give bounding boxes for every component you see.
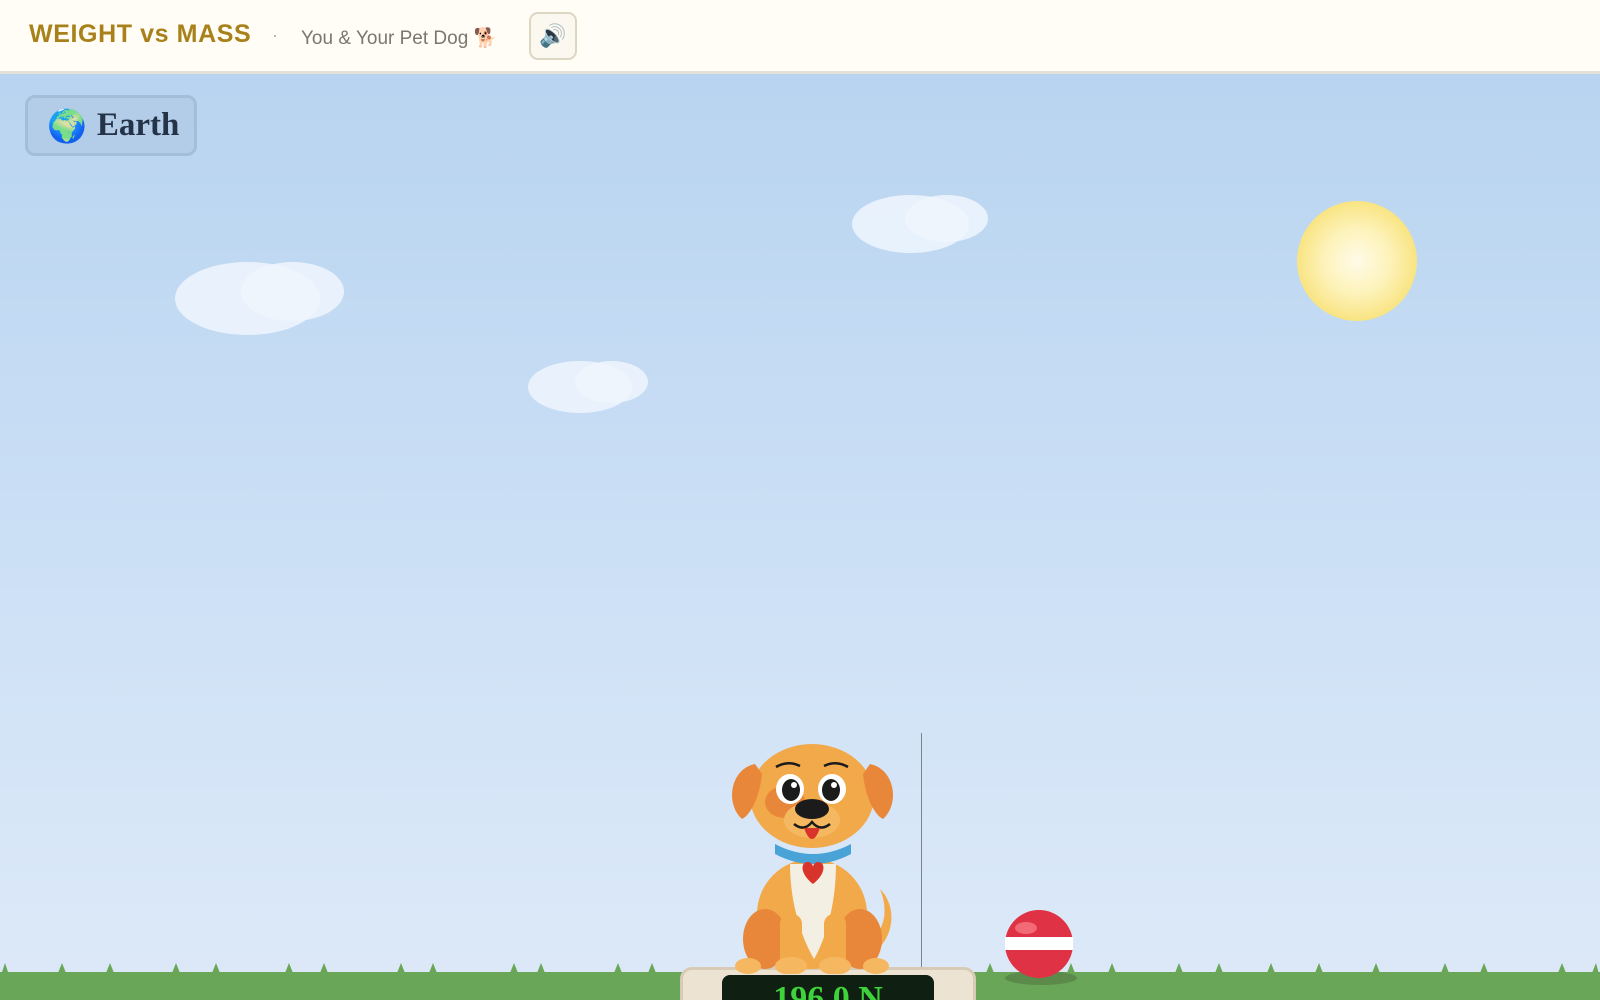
dog[interactable] (720, 734, 920, 974)
scene: 🌍 Earth 196.0 N (0, 74, 1600, 1000)
weight-reading: 196.0 N (773, 980, 883, 1000)
balance-line (921, 733, 922, 980)
planet-name: Earth (96, 107, 180, 143)
top-header: WEIGHT vs MASS · You & Your Pet Dog 🐕 🔊 (0, 0, 1600, 74)
title-separator: · (272, 25, 278, 45)
cloud (528, 361, 648, 415)
sun (1297, 201, 1417, 321)
red-ball[interactable] (1002, 906, 1080, 986)
scale-display: 196.0 N (722, 975, 934, 1000)
sound-toggle-button[interactable]: 🔊 (529, 12, 577, 60)
app-title: WEIGHT vs MASS (29, 20, 252, 48)
planet-selector[interactable]: 🌍 Earth (25, 95, 197, 156)
cloud (852, 195, 988, 255)
cloud (175, 262, 345, 337)
speaker-icon: 🔊 (539, 23, 567, 48)
globe-icon: 🌍 (47, 107, 87, 144)
app-subtitle: You & Your Pet Dog 🐕 (301, 28, 498, 49)
